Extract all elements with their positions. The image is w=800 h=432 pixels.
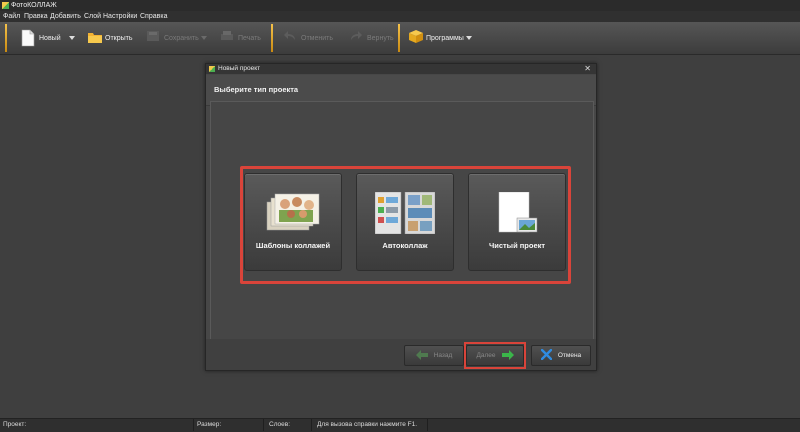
- new-button-label: Новый: [39, 34, 61, 42]
- menu-add[interactable]: Добавить: [50, 11, 81, 22]
- redo-arrow-icon: [349, 29, 363, 47]
- blank-project-label: Чистый проект: [488, 241, 546, 250]
- back-button[interactable]: Назад: [404, 345, 464, 366]
- open-button-label: Открыть: [105, 34, 133, 42]
- blank-project-icon: [495, 191, 539, 238]
- undo-button-label: Отменить: [301, 34, 333, 42]
- cancel-button-label: Отмена: [557, 352, 582, 359]
- auto-collage-card[interactable]: Автоколлаж: [356, 173, 454, 271]
- status-project: Проект:: [0, 419, 194, 431]
- new-button[interactable]: Новый: [21, 26, 61, 50]
- next-highlight-box: [464, 342, 526, 369]
- dialog-footer: Назад Далее Отмена: [206, 339, 596, 370]
- toolbar-separator: [398, 24, 400, 52]
- window-title: ФотоКОЛЛАЖ: [11, 2, 57, 9]
- redo-button[interactable]: Вернуть: [349, 26, 394, 50]
- window-titlebar: ФотоКОЛЛАЖ: [0, 0, 800, 11]
- toolbar-separator: [5, 24, 7, 52]
- menu-help[interactable]: Справка: [140, 11, 167, 22]
- redo-button-label: Вернуть: [367, 34, 394, 42]
- back-arrow-icon: [415, 349, 428, 362]
- programs-button[interactable]: Программы: [408, 26, 464, 50]
- printer-icon: [220, 29, 234, 47]
- cancel-button[interactable]: Отмена: [531, 345, 591, 366]
- menu-edit[interactable]: Правка: [24, 11, 48, 22]
- cancel-x-icon: [540, 348, 553, 362]
- status-bar: Проект: Размер: Слоев: Для вызова справк…: [0, 418, 800, 432]
- toolbar: Новый Открыть Сохранить Печать Отменить …: [0, 22, 800, 55]
- print-button-label: Печать: [238, 34, 261, 42]
- programs-box-icon: [408, 29, 423, 47]
- app-icon: [2, 2, 9, 9]
- dialog-title: Новый проект: [218, 65, 261, 72]
- collage-templates-icon: [265, 192, 321, 234]
- menu-file[interactable]: Файл: [3, 11, 20, 22]
- folder-icon: [87, 29, 102, 47]
- save-icon: [146, 29, 160, 47]
- dialog-titlebar: Новый проект ✕: [206, 64, 596, 74]
- app-icon: [209, 66, 215, 72]
- menu-bar: Файл Правка Добавить Слой Настройки Спра…: [0, 11, 800, 22]
- project-type-panel: Шаблоны коллажей Автоколлаж Чистый проек…: [210, 101, 594, 340]
- collage-templates-card[interactable]: Шаблоны коллажей: [244, 173, 342, 271]
- status-layers: Слоев:: [266, 419, 312, 431]
- programs-button-label: Программы: [426, 34, 464, 42]
- programs-dropdown-arrow[interactable]: [466, 36, 472, 40]
- save-button-label: Сохранить: [164, 34, 199, 42]
- auto-collage-icon: [374, 191, 436, 236]
- status-help: Для вызова справки нажмите F1.: [314, 419, 428, 431]
- status-size: Размер:: [194, 419, 264, 431]
- undo-arrow-icon: [283, 29, 297, 47]
- save-dropdown-arrow[interactable]: [201, 36, 207, 40]
- dialog-heading: Выберите тип проекта: [214, 85, 299, 94]
- print-button[interactable]: Печать: [220, 26, 261, 50]
- collage-templates-label: Шаблоны коллажей: [255, 241, 331, 250]
- new-dropdown-arrow[interactable]: [69, 36, 75, 40]
- menu-layer[interactable]: Слой: [84, 11, 101, 22]
- back-button-label: Назад: [433, 352, 453, 359]
- auto-collage-label: Автоколлаж: [382, 241, 428, 250]
- toolbar-separator: [271, 24, 273, 52]
- menu-settings[interactable]: Настройки: [103, 11, 137, 22]
- new-document-icon: [21, 29, 35, 47]
- close-icon[interactable]: ✕: [584, 64, 591, 74]
- new-project-dialog: Новый проект ✕ Выберите тип проекта Шабл…: [205, 63, 597, 371]
- undo-button[interactable]: Отменить: [283, 26, 333, 50]
- open-button[interactable]: Открыть: [87, 26, 133, 50]
- save-button[interactable]: Сохранить: [146, 26, 199, 50]
- blank-project-card[interactable]: Чистый проект: [468, 173, 566, 271]
